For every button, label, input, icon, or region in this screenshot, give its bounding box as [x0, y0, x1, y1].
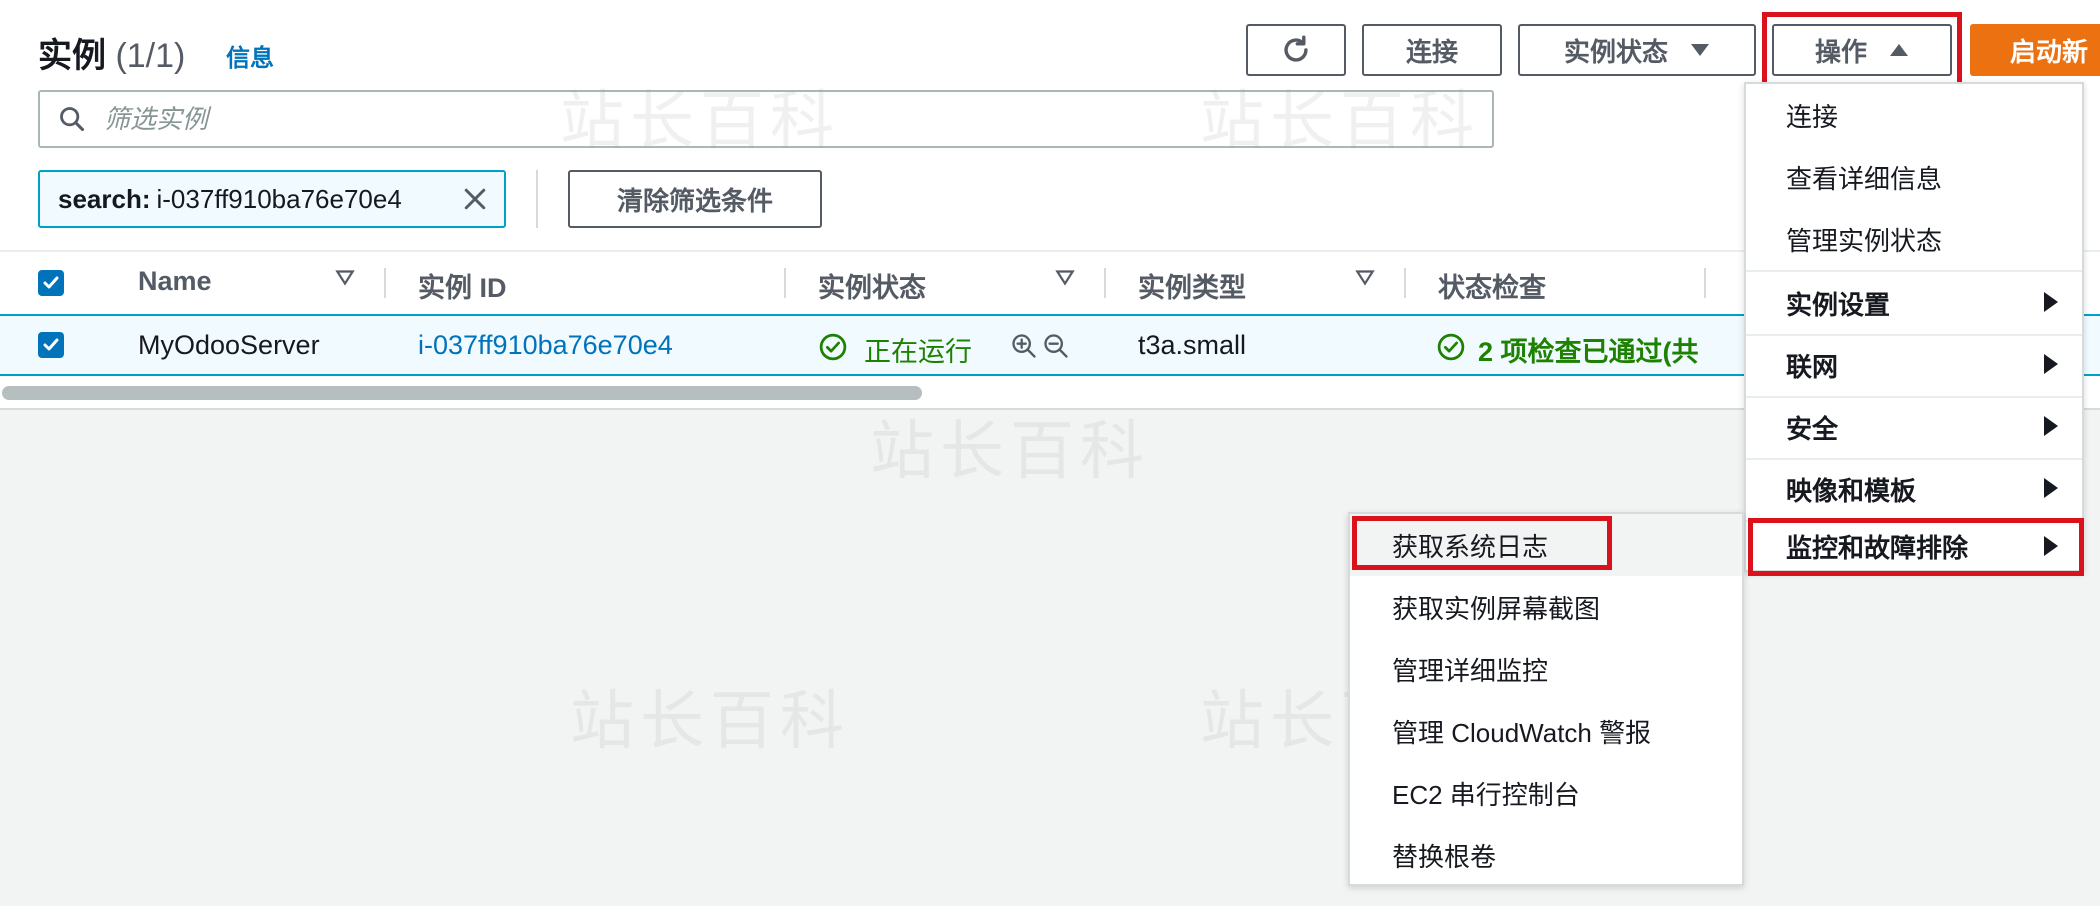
actions-button[interactable]: 操作	[1772, 24, 1952, 76]
column-divider	[384, 268, 386, 298]
close-icon[interactable]	[460, 184, 490, 214]
check-circle-icon	[1437, 333, 1465, 361]
caret-right-icon	[2044, 292, 2058, 312]
instance-state-button-label: 实例状态	[1563, 36, 1668, 67]
cell-instance-state: 正在运行	[864, 337, 972, 367]
menu-item-label: 管理实例状态	[1786, 225, 1943, 256]
actions-button-label: 操作	[1814, 36, 1867, 67]
menu-item-monitor-troubleshoot[interactable]: 监控和故障排除	[1746, 520, 2082, 572]
caret-right-icon	[2044, 536, 2058, 556]
filter-token: search: i-037ff910ba76e70e4	[38, 170, 506, 228]
cell-instance-id-link[interactable]: i-037ff910ba76e70e4	[418, 330, 673, 361]
row-checkbox[interactable]	[38, 332, 64, 358]
instance-state-button[interactable]: 实例状态	[1518, 24, 1756, 76]
column-divider	[1404, 268, 1406, 298]
column-divider	[784, 268, 786, 298]
sort-icon[interactable]	[334, 266, 356, 288]
submenu-item-label: 管理 CloudWatch 警报	[1392, 717, 1652, 748]
submenu-item-cloudwatch-alarms[interactable]: 管理 CloudWatch 警报	[1350, 700, 1742, 762]
menu-item-view-details[interactable]: 查看详细信息	[1746, 146, 2082, 208]
menu-item-label: 映像和模板	[1786, 475, 1917, 506]
search-input[interactable]	[102, 102, 1406, 136]
submenu-item-replace-root-volume[interactable]: 替换根卷	[1350, 824, 1742, 886]
zoom-out-icon[interactable]	[1042, 332, 1070, 360]
menu-item-manage-instance-state[interactable]: 管理实例状态	[1746, 208, 2082, 270]
sort-icon[interactable]	[1054, 266, 1076, 288]
menu-item-label: 联网	[1786, 351, 1839, 382]
actions-menu: 连接 查看详细信息 管理实例状态 实例设置 联网 安全 映像和模板 监控和故障排…	[1744, 82, 2084, 572]
column-divider	[1704, 268, 1706, 298]
submenu-item-detailed-monitoring[interactable]: 管理详细监控	[1350, 638, 1742, 700]
cell-status-check: 2 项检查已通过(共	[1478, 337, 1699, 367]
caret-up-icon	[1890, 44, 1908, 56]
scrollbar-thumb[interactable]	[2, 386, 922, 400]
column-header-instance-id[interactable]: 实例 ID	[418, 266, 507, 305]
submenu-item-label: 管理详细监控	[1392, 655, 1549, 686]
caret-right-icon	[2044, 416, 2058, 436]
caret-down-icon	[1691, 44, 1709, 56]
select-all-checkbox[interactable]	[38, 270, 64, 296]
search-icon	[60, 107, 85, 132]
menu-item-networking[interactable]: 联网	[1746, 334, 2082, 396]
submenu-item-label: 替换根卷	[1392, 841, 1497, 872]
filter-token-key: search:	[58, 183, 151, 214]
column-header-instance-state[interactable]: 实例状态	[818, 266, 926, 305]
watermark: 站长百科	[570, 685, 850, 759]
menu-item-label: 监控和故障排除	[1786, 532, 1969, 563]
submenu-item-serial-console[interactable]: EC2 串行控制台	[1350, 762, 1742, 824]
check-circle-icon	[819, 333, 847, 361]
clear-filters-button[interactable]: 清除筛选条件	[568, 170, 822, 228]
launch-button-label: 启动新	[2010, 36, 2089, 67]
connect-button[interactable]: 连接	[1362, 24, 1502, 76]
submenu-item-get-screenshot[interactable]: 获取实例屏幕截图	[1350, 576, 1742, 638]
cell-instance-type: t3a.small	[1138, 330, 1247, 360]
menu-item-instance-settings[interactable]: 实例设置	[1746, 272, 2082, 334]
menu-item-label: 查看详细信息	[1786, 163, 1943, 194]
filter-divider	[536, 170, 538, 228]
monitor-submenu: 获取系统日志 获取实例屏幕截图 管理详细监控 管理 CloudWatch 警报 …	[1348, 512, 1744, 886]
launch-instance-button[interactable]: 启动新	[1970, 24, 2100, 76]
refresh-icon	[1284, 35, 1308, 62]
cell-name: MyOdooServer	[138, 330, 320, 360]
caret-right-icon	[2044, 478, 2058, 498]
column-header-status-check[interactable]: 状态检查	[1438, 266, 1546, 305]
menu-item-label: 连接	[1786, 101, 1839, 132]
submenu-item-label: 获取实例屏幕截图	[1392, 593, 1601, 624]
menu-item-security[interactable]: 安全	[1746, 396, 2082, 458]
checkmark-icon	[43, 338, 59, 351]
refresh-button[interactable]	[1246, 24, 1346, 76]
watermark: 站长百科	[870, 415, 1150, 489]
column-header-instance-type[interactable]: 实例类型	[1138, 266, 1246, 305]
clear-filters-label: 清除筛选条件	[616, 185, 773, 216]
submenu-item-label: 获取系统日志	[1392, 531, 1549, 562]
filter-token-value: i-037ff910ba76e70e4	[156, 183, 402, 214]
menu-item-label: 实例设置	[1786, 289, 1891, 320]
zoom-in-icon[interactable]	[1010, 332, 1038, 360]
connect-button-label: 连接	[1405, 36, 1458, 67]
column-divider	[1104, 268, 1106, 298]
menu-item-label: 安全	[1786, 413, 1839, 444]
checkmark-icon	[43, 276, 59, 289]
menu-item-images-templates[interactable]: 映像和模板	[1746, 458, 2082, 520]
instance-count: (1/1)	[115, 37, 186, 75]
filter-search[interactable]	[38, 90, 1494, 148]
column-header-name[interactable]: Name	[138, 266, 212, 297]
caret-right-icon	[2044, 354, 2058, 374]
menu-item-connect[interactable]: 连接	[1746, 84, 2082, 146]
sort-icon[interactable]	[1354, 266, 1376, 288]
submenu-item-label: EC2 串行控制台	[1392, 779, 1580, 810]
page-title: 实例 (1/1)	[38, 37, 186, 75]
info-link[interactable]: 信息	[226, 38, 274, 73]
submenu-item-get-system-log[interactable]: 获取系统日志	[1350, 514, 1742, 576]
